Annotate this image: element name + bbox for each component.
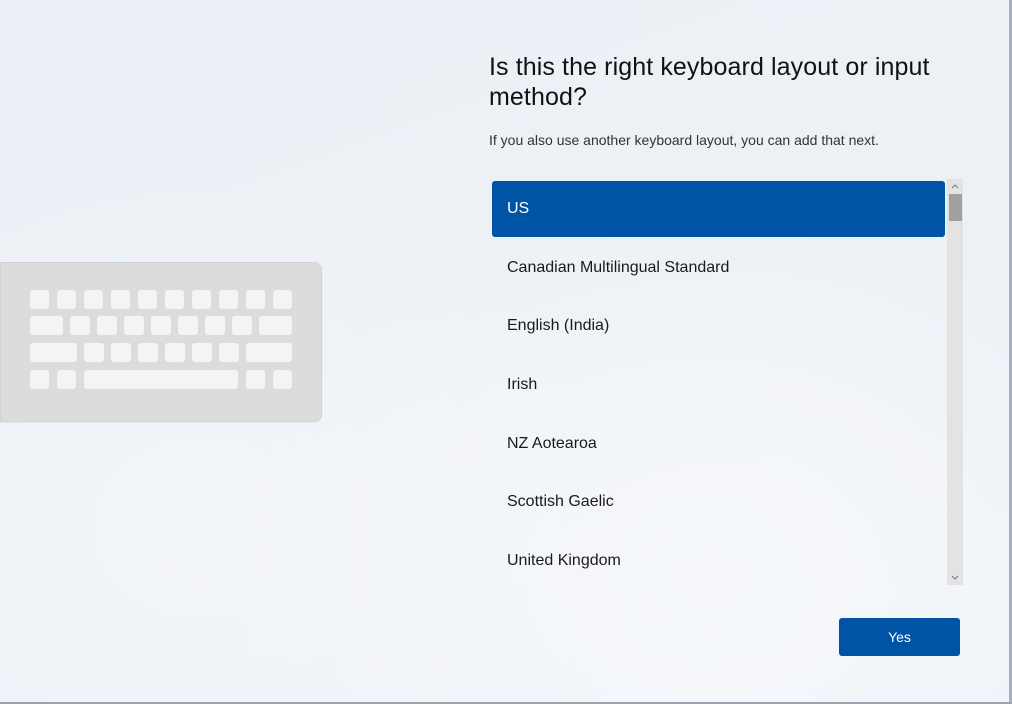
list-item-nz-aotearoa[interactable]: NZ Aotearoa: [492, 416, 945, 472]
key: [246, 343, 292, 362]
list-item-english-india[interactable]: English (India): [492, 298, 945, 354]
key: [273, 370, 292, 389]
key: [219, 290, 238, 309]
list-item-label: Canadian Multilingual Standard: [507, 259, 730, 276]
key: [219, 343, 239, 362]
key: [30, 370, 49, 389]
list-item-canadian-multilingual-standard[interactable]: Canadian Multilingual Standard: [492, 240, 945, 296]
list-item-scottish-gaelic[interactable]: Scottish Gaelic: [492, 474, 945, 530]
scroll-down-button[interactable]: [947, 571, 963, 585]
key: [111, 343, 131, 362]
key: [138, 343, 158, 362]
key: [84, 290, 103, 309]
scroll-up-button[interactable]: [947, 179, 963, 193]
key: [57, 370, 76, 389]
key: [30, 290, 49, 309]
key: [30, 316, 63, 335]
list-item-label: United Kingdom: [507, 552, 621, 569]
yes-button[interactable]: Yes: [839, 618, 960, 656]
key: [232, 316, 252, 335]
list-item-irish[interactable]: Irish: [492, 357, 945, 413]
key: [124, 316, 144, 335]
list-item-label: Scottish Gaelic: [507, 493, 614, 510]
key: [70, 316, 90, 335]
key: [138, 290, 157, 309]
chevron-down-icon: [951, 575, 959, 580]
key: [111, 290, 130, 309]
list-item-label: Irish: [507, 376, 538, 393]
page-subtitle: If you also use another keyboard layout,…: [489, 132, 879, 148]
key: [151, 316, 171, 335]
list-item-label: US: [507, 200, 530, 217]
key: [57, 290, 76, 309]
chevron-up-icon: [951, 184, 959, 189]
list-item-united-kingdom[interactable]: United Kingdom: [492, 533, 945, 586]
scrollbar-thumb[interactable]: [949, 194, 962, 221]
key: [84, 343, 104, 362]
key: [97, 316, 117, 335]
keyboard-icon: [0, 262, 322, 422]
key: [192, 343, 212, 362]
key: [178, 316, 198, 335]
list-item-label: NZ Aotearoa: [507, 435, 597, 452]
key: [246, 290, 265, 309]
list-scrollbar[interactable]: [947, 179, 963, 585]
key: [273, 290, 292, 309]
key: [165, 343, 185, 362]
key: [30, 343, 77, 362]
page-title: Is this the right keyboard layout or inp…: [489, 53, 930, 111]
list-item-label: English (India): [507, 317, 610, 334]
keyboard-layout-list[interactable]: US Canadian Multilingual Standard Englis…: [492, 181, 945, 586]
key: [246, 370, 265, 389]
key: [205, 316, 225, 335]
list-item-us[interactable]: US: [492, 181, 945, 237]
key: [165, 290, 184, 309]
key: [259, 316, 292, 335]
key: [192, 290, 211, 309]
spacebar-key: [84, 370, 238, 389]
